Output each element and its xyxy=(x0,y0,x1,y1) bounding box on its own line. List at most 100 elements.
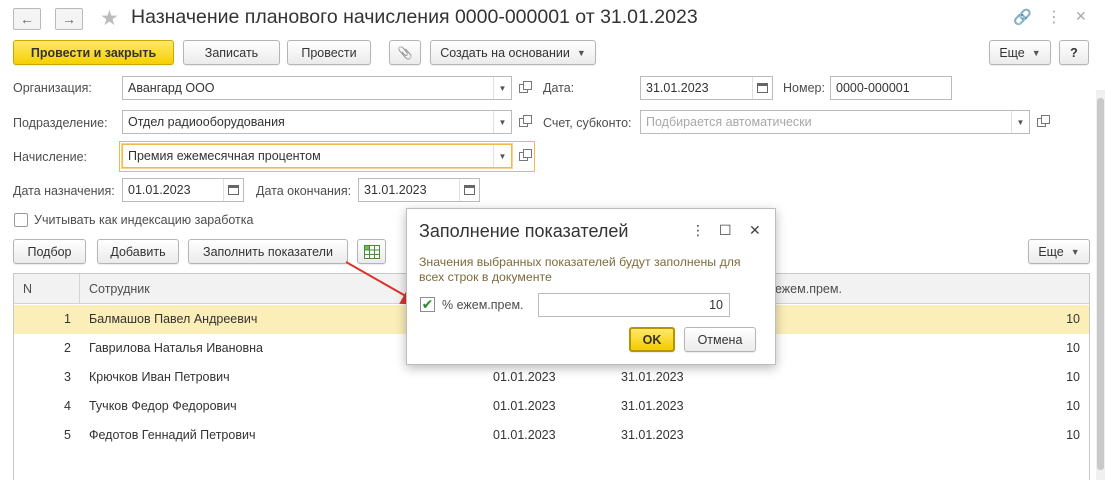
department-field[interactable]: Отдел радиооборудования ▼ xyxy=(122,110,512,134)
table-grid-icon xyxy=(363,244,380,259)
cancel-button[interactable]: Отмена xyxy=(684,327,756,352)
select-button[interactable]: Подбор xyxy=(13,239,86,264)
create-based-on-button[interactable]: Создать на основании ▼ xyxy=(430,40,596,65)
column-header-employee[interactable]: Сотрудник xyxy=(89,282,150,296)
row-number: 2 xyxy=(64,341,71,355)
accrual-focus-frame xyxy=(119,141,535,172)
row-number: 3 xyxy=(64,370,71,384)
chevron-down-icon: ▼ xyxy=(1031,47,1041,58)
maximize-icon[interactable]: ☐ xyxy=(719,222,732,239)
calendar-icon[interactable] xyxy=(752,77,772,99)
post-and-close-button[interactable]: Провести и закрыть xyxy=(13,40,174,65)
department-label: Подразделение: xyxy=(13,116,108,130)
fill-indicators-button[interactable]: Заполнить показатели xyxy=(188,239,348,264)
organization-value: Авангард ООО xyxy=(128,81,215,95)
dialog-close-icon[interactable]: ✕ xyxy=(749,222,761,239)
table-row[interactable]: 5 Федотов Геннадий Петрович 01.01.2023 3… xyxy=(14,421,1089,450)
organization-label: Организация: xyxy=(13,81,92,95)
end-date: 31.01.2023 xyxy=(621,428,684,442)
organization-field[interactable]: Авангард ООО ▼ xyxy=(122,76,512,100)
department-value: Отдел радиооборудования xyxy=(128,115,285,129)
employee-name: Крючков Иван Петрович xyxy=(89,370,230,384)
open-department-icon[interactable] xyxy=(515,114,532,130)
help-button[interactable]: ? xyxy=(1059,40,1089,65)
employee-name: Балмашов Павел Андреевич xyxy=(89,312,258,326)
assign-date-label: Дата назначения: xyxy=(13,184,115,198)
indexation-checkbox[interactable] xyxy=(14,213,28,227)
dropdown-icon[interactable]: ▼ xyxy=(493,111,511,133)
table-more-button[interactable]: Еще ▼ xyxy=(1028,239,1090,264)
indicator-value: 10 xyxy=(1066,399,1080,413)
more-label: Еще xyxy=(999,45,1025,60)
row-number: 5 xyxy=(64,428,71,442)
dropdown-icon[interactable]: ▼ xyxy=(493,77,511,99)
indicator-value: 10 xyxy=(1066,341,1080,355)
account-field[interactable]: Подбирается автоматически ▼ xyxy=(640,110,1030,134)
date-label: Дата: xyxy=(543,81,575,95)
excel-load-button[interactable] xyxy=(357,239,386,264)
accrual-label: Начисление: xyxy=(13,150,88,164)
window-title: Назначение планового начисления 0000-000… xyxy=(131,6,698,28)
account-label: Счет, субконто: xyxy=(543,116,632,130)
favorite-star-icon[interactable]: ★ xyxy=(100,6,119,31)
menu-icon[interactable]: ⋮ xyxy=(1046,7,1062,27)
create-based-on-label: Создать на основании xyxy=(440,45,570,60)
open-organization-icon[interactable] xyxy=(515,80,532,96)
arrow-left-icon: ← xyxy=(20,11,34,27)
post-button[interactable]: Провести xyxy=(287,40,371,65)
add-button[interactable]: Добавить xyxy=(97,239,179,264)
indexation-label: Учитывать как индексацию заработка xyxy=(34,213,254,227)
employee-name: Тучков Федор Федорович xyxy=(89,399,237,413)
date-field[interactable]: 31.01.2023 xyxy=(640,76,773,100)
row-number: 4 xyxy=(64,399,71,413)
indicator-value: 10 xyxy=(1066,370,1080,384)
assign-date-value: 01.01.2023 xyxy=(128,183,191,197)
number-field[interactable]: 0000-000001 xyxy=(830,76,952,100)
more-button[interactable]: Еще ▼ xyxy=(989,40,1051,65)
indicator-value: 10 xyxy=(1066,428,1080,442)
assign-date-field[interactable]: 01.01.2023 xyxy=(122,178,244,202)
employee-name: Федотов Геннадий Петрович xyxy=(89,428,256,442)
link-icon[interactable]: 🔗 xyxy=(1013,8,1032,26)
save-button[interactable]: Записать xyxy=(183,40,280,65)
close-icon[interactable]: ✕ xyxy=(1075,8,1087,25)
chevron-down-icon: ▼ xyxy=(576,47,586,58)
start-date: 01.01.2023 xyxy=(493,370,556,384)
fill-indicators-dialog: Заполнение показателей ⋮ ☐ ✕ Значения вы… xyxy=(406,208,776,365)
dropdown-icon[interactable]: ▼ xyxy=(1011,111,1029,133)
account-placeholder: Подбирается автоматически xyxy=(646,115,812,129)
attach-button[interactable]: 📎 xyxy=(389,40,421,65)
indicator-check-label: % ежем.прем. xyxy=(442,298,524,312)
table-row[interactable]: 3 Крючков Иван Петрович 01.01.2023 31.01… xyxy=(14,363,1089,392)
column-header-indicator[interactable]: ежем.прем. xyxy=(775,282,842,296)
column-header-n[interactable]: N xyxy=(23,282,32,296)
forward-button[interactable]: → xyxy=(55,8,83,30)
calendar-icon[interactable] xyxy=(459,179,479,201)
end-date: 31.01.2023 xyxy=(621,399,684,413)
dialog-menu-icon[interactable]: ⋮ xyxy=(691,222,705,239)
checkmark-icon: ✔ xyxy=(421,296,434,312)
scrollbar-thumb[interactable] xyxy=(1097,98,1104,470)
indicator-value-field[interactable]: 10 xyxy=(538,293,730,317)
paperclip-icon: 📎 xyxy=(397,45,413,60)
open-account-icon[interactable] xyxy=(1033,114,1050,130)
dialog-title: Заполнение показателей xyxy=(419,221,629,241)
end-date-field[interactable]: 31.01.2023 xyxy=(358,178,480,202)
calendar-icon[interactable] xyxy=(223,179,243,201)
table-more-label: Еще xyxy=(1038,244,1064,259)
table-row[interactable]: 4 Тучков Федор Федорович 01.01.2023 31.0… xyxy=(14,392,1089,421)
start-date: 01.01.2023 xyxy=(493,399,556,413)
chevron-down-icon: ▼ xyxy=(1070,246,1080,257)
end-date: 31.01.2023 xyxy=(621,370,684,384)
date-value: 31.01.2023 xyxy=(646,81,709,95)
column-separator xyxy=(79,274,80,304)
ok-button[interactable]: OK xyxy=(629,327,675,352)
number-value: 0000-000001 xyxy=(836,81,910,95)
number-label: Номер: xyxy=(783,81,825,95)
back-button[interactable]: ← xyxy=(13,8,41,30)
row-number: 1 xyxy=(64,312,71,326)
indicator-checkbox[interactable]: ✔ xyxy=(420,296,435,312)
employee-name: Гаврилова Наталья Ивановна xyxy=(89,341,263,355)
dialog-note: Значения выбранных показателей будут зап… xyxy=(419,255,741,284)
end-date-value: 31.01.2023 xyxy=(364,183,427,197)
